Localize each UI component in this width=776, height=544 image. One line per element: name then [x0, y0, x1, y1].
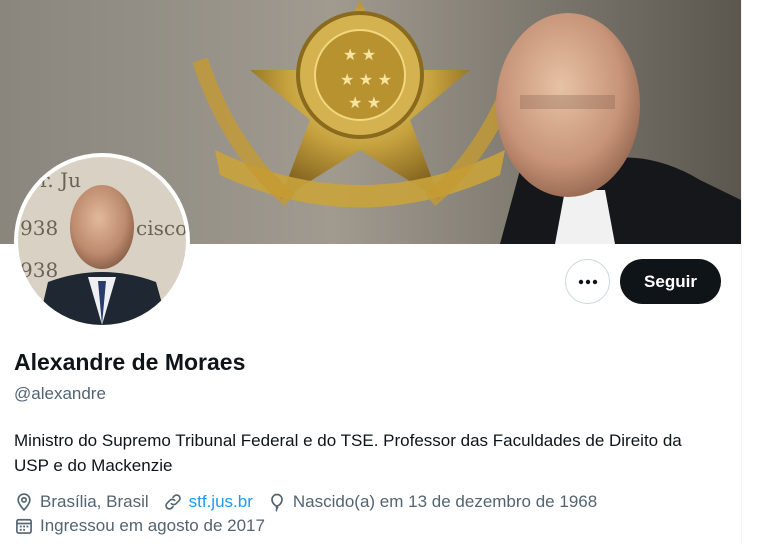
joined-item: Ingressou em agosto de 2017 [14, 516, 265, 536]
svg-text:cisco: cisco [136, 216, 186, 240]
link-icon [164, 494, 181, 510]
svg-text:938: 938 [20, 216, 58, 240]
svg-text:938: 938 [20, 258, 58, 282]
website-item[interactable]: stf.jus.br [163, 492, 253, 512]
joined-text: Ingressou em agosto de 2017 [40, 516, 265, 535]
column-divider [741, 0, 742, 544]
birthday-text: Nascido(a) em 13 de dezembro de 1968 [292, 492, 598, 511]
avatar-image: Dr. Ju 938 cisco 938 [18, 157, 186, 325]
profile-meta-row-joined: Ingressou em agosto de 2017 [14, 516, 279, 536]
calendar-icon [16, 518, 32, 534]
avatar-frame[interactable]: Dr. Ju 938 cisco 938 [14, 153, 190, 329]
profile-name: Alexandre de Moraes [14, 349, 246, 375]
profile-page: ★ ★ ★ ★ ★ ★ ★ Dr. Ju 938 cisco 938 Segui… [0, 0, 741, 544]
location-item: Brasília, Brasil [14, 492, 149, 512]
profile-meta-row: Brasília, Brasil stf.jus.br Nascido(a) e… [14, 492, 611, 512]
more-options-button[interactable] [565, 259, 610, 304]
svg-text:★ ★: ★ ★ [343, 47, 376, 64]
more-dots-icon [578, 279, 597, 284]
profile-bio: Ministro do Supremo Tribunal Federal e d… [14, 431, 682, 475]
follow-button[interactable]: Seguir [620, 259, 721, 304]
birthday-item: Nascido(a) em 13 de dezembro de 1968 [267, 492, 597, 512]
svg-text:★ ★ ★: ★ ★ ★ [340, 72, 392, 89]
profile-handle: @alexandre [14, 384, 106, 403]
location-text: Brasília, Brasil [40, 492, 149, 511]
website-link[interactable]: stf.jus.br [189, 492, 253, 512]
avatar[interactable]: Dr. Ju 938 cisco 938 [18, 157, 186, 325]
balloon-icon [271, 493, 283, 512]
svg-text:★ ★: ★ ★ [348, 95, 381, 112]
location-pin-icon [17, 493, 31, 512]
